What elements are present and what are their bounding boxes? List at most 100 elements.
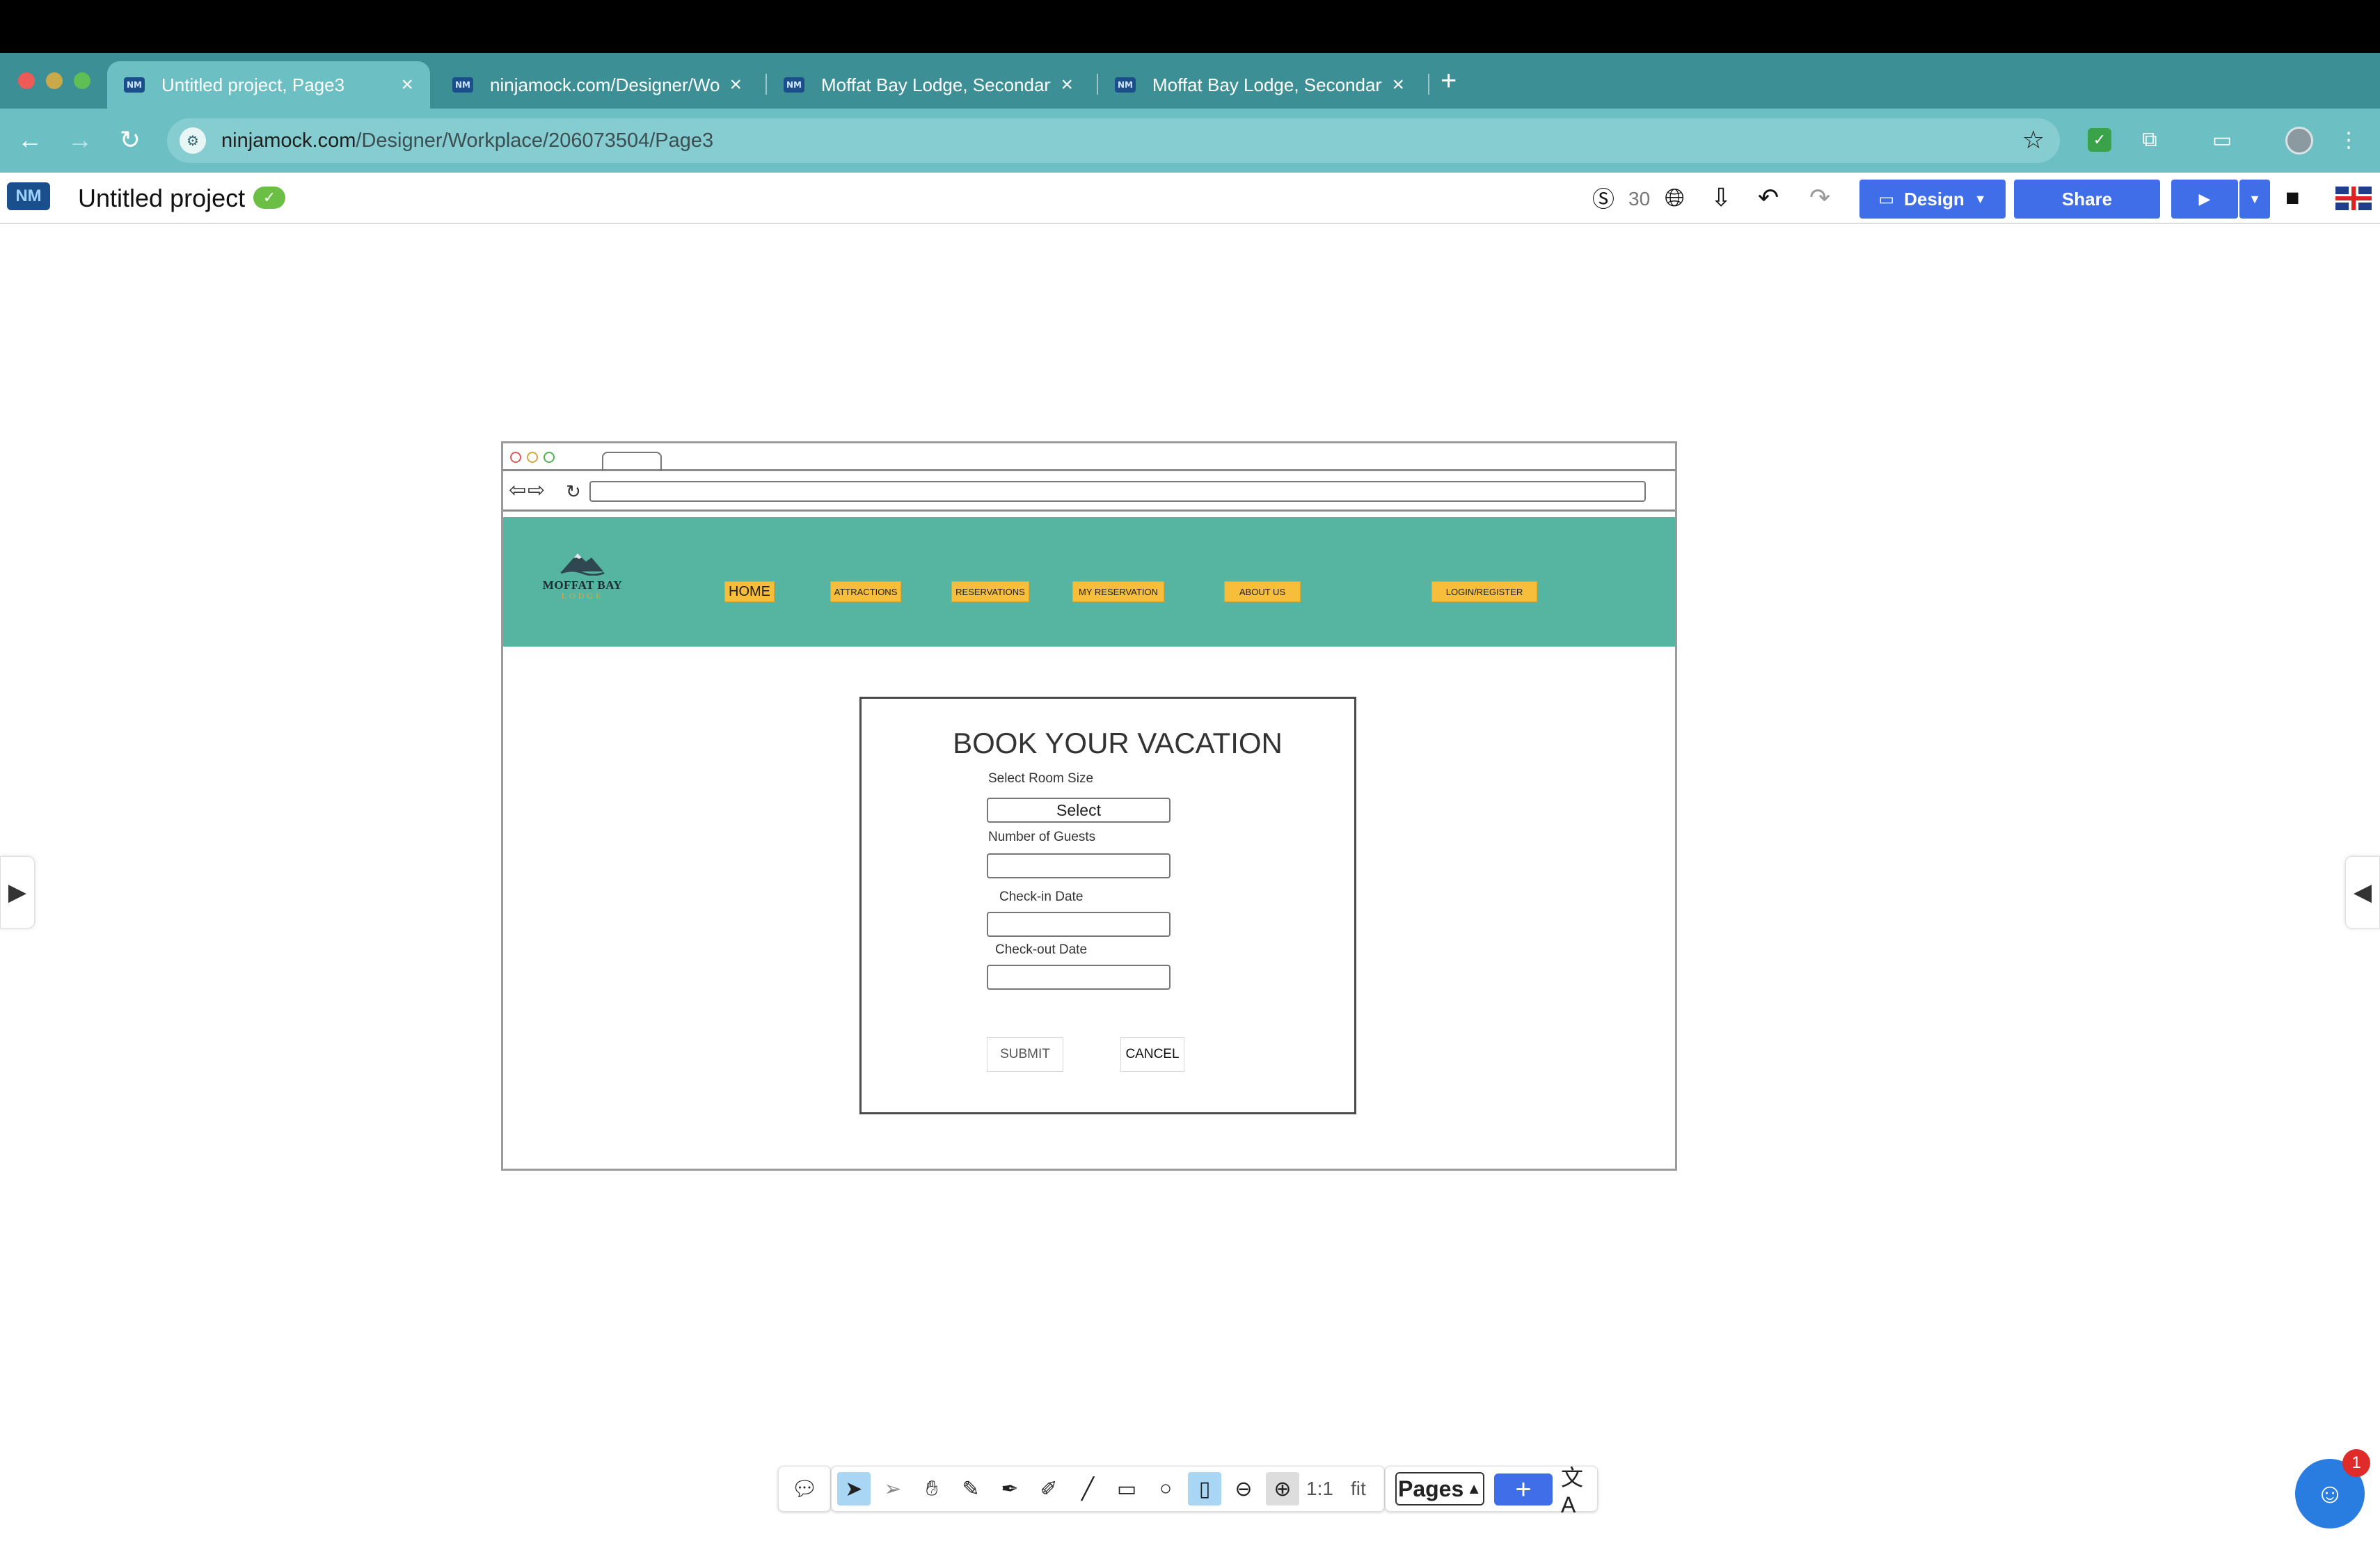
mockup-address-row: ⇦⇨ ↻ xyxy=(503,471,1675,512)
rectangle-icon[interactable]: ▭ xyxy=(1110,1472,1143,1506)
credits-count: 30 xyxy=(1628,188,1651,210)
project-title[interactable]: Untitled project xyxy=(78,184,245,213)
tab-close-icon[interactable]: × xyxy=(1392,74,1404,95)
pencil-icon[interactable]: ✎ xyxy=(954,1472,987,1506)
nav-my-reservation[interactable]: MY RESERVATION xyxy=(1072,581,1164,602)
nav-home[interactable]: HOME xyxy=(724,581,775,602)
site-logo-name: MOFFAT BAY xyxy=(542,578,623,592)
globe-icon[interactable]: 🌐︎ xyxy=(1665,182,1685,213)
share-button[interactable]: Share xyxy=(2014,180,2160,219)
tab-separator xyxy=(1428,74,1429,95)
direct-select-icon[interactable]: ➢ xyxy=(876,1472,910,1506)
add-page-button[interactable]: + xyxy=(1494,1473,1553,1506)
tab-close-icon[interactable]: × xyxy=(401,74,413,95)
url-path: /Designer/Workplace/206073504/Page3 xyxy=(356,129,714,152)
chevron-down-icon: ▼ xyxy=(2248,191,2261,206)
chevron-down-icon: ▼ xyxy=(1974,191,1987,206)
preview-options-dropdown[interactable]: ▼ xyxy=(2239,180,2270,219)
cloud-saved-icon: ✓ xyxy=(253,187,285,209)
back-arrow-icon[interactable]: ← xyxy=(14,124,46,156)
guests-label: Number of Guests xyxy=(988,830,1096,844)
ninjamock-logo[interactable]: NM xyxy=(7,182,50,210)
checkin-input[interactable] xyxy=(987,912,1171,937)
browser-tab[interactable]: NM Moffat Bay Lodge, Secondary × xyxy=(767,61,1090,109)
credits-icon[interactable]: Ⓢ xyxy=(1592,182,1615,213)
undo-icon[interactable]: ↶ xyxy=(1758,182,1779,213)
tab-search-icon[interactable]: ▭ xyxy=(2206,124,2238,156)
left-panel-toggle[interactable]: ▶ xyxy=(0,856,35,928)
new-tab-button[interactable]: + xyxy=(1441,67,1457,95)
browser-menu-icon[interactable]: ⋮ xyxy=(2333,124,2365,156)
extensions-puzzle-icon[interactable]: ⧉ xyxy=(2134,124,2166,156)
line-icon[interactable]: ╱ xyxy=(1071,1472,1104,1506)
mockup-refresh-icon: ↻ xyxy=(566,481,581,502)
site-info-icon[interactable]: ⚙ xyxy=(180,127,206,154)
tab-title: Untitled project, Page3 xyxy=(161,74,345,95)
pages-button[interactable]: Pages ▲ xyxy=(1395,1472,1484,1506)
comments-button[interactable]: 💬︎ xyxy=(778,1466,831,1512)
presentation-icon: ▭ xyxy=(1878,189,1895,209)
bookmark-star-icon[interactable]: ☆ xyxy=(2022,125,2045,155)
window-maximize-button[interactable] xyxy=(74,72,90,89)
site-header: MOFFAT BAY LODGE HOME ATTRACTIONS RESERV… xyxy=(503,517,1675,647)
reload-icon[interactable]: ↻ xyxy=(114,124,146,156)
tab-close-icon[interactable]: × xyxy=(1061,74,1073,95)
hand-pan-icon[interactable]: ✋︎ xyxy=(915,1472,949,1506)
right-panel-toggle[interactable]: ◀ xyxy=(2345,856,2380,928)
moffat-bay-logo: MOFFAT BAY LODGE xyxy=(541,548,624,610)
folder-icon[interactable]: ■ xyxy=(2285,182,2300,213)
submit-button[interactable]: SUBMIT xyxy=(987,1037,1063,1072)
redo-icon[interactable]: ↷ xyxy=(1809,182,1830,213)
browser-tab[interactable]: NM ninjamock.com/Designer/Wor × xyxy=(436,61,759,109)
triangle-up-icon: ▲ xyxy=(1466,1480,1482,1497)
profile-avatar[interactable] xyxy=(2285,127,2313,155)
pages-label: Pages xyxy=(1397,1476,1464,1501)
form-title: BOOK YOUR VACATION xyxy=(953,727,1283,759)
tab-close-icon[interactable]: × xyxy=(729,74,742,95)
room-size-select[interactable]: Select xyxy=(987,798,1171,823)
ninjamock-favicon-icon: NM xyxy=(452,77,473,93)
cancel-button[interactable]: CANCEL xyxy=(1120,1037,1184,1072)
nav-attractions[interactable]: ATTRACTIONS xyxy=(830,581,901,602)
address-bar[interactable]: ⚙ ninjamock.com/Designer/Workplace/20607… xyxy=(167,118,2060,163)
marker-icon[interactable]: ✐ xyxy=(1032,1472,1065,1506)
uk-flag-icon[interactable] xyxy=(2335,187,2372,210)
chevron-right-icon: ▶ xyxy=(8,879,27,906)
url-text[interactable]: ninjamock.com/Designer/Workplace/2060735… xyxy=(221,129,713,152)
browser-tab[interactable]: NM Moffat Bay Lodge, Secondary × xyxy=(1098,61,1421,109)
zoom-fit-button[interactable]: fit xyxy=(1351,1472,1366,1506)
share-label: Share xyxy=(2061,188,2113,210)
mockup-tab xyxy=(602,452,662,471)
booking-form: BOOK YOUR VACATION Select Room Size Sele… xyxy=(859,697,1356,1114)
tab-title: ninjamock.com/Designer/Wor xyxy=(490,74,720,95)
mockup-url-field xyxy=(589,481,1646,502)
ellipse-icon[interactable]: ○ xyxy=(1149,1472,1182,1506)
pen-path-icon[interactable]: ✒ xyxy=(993,1472,1026,1506)
window-close-button[interactable] xyxy=(18,72,35,89)
zoom-in-icon[interactable]: ⊕ xyxy=(1266,1472,1299,1506)
nav-reservations[interactable]: RESERVATIONS xyxy=(951,581,1029,602)
chat-bot-icon: ☺ xyxy=(2315,1478,2345,1509)
cloud-download-icon[interactable]: ⇩ xyxy=(1711,182,1731,213)
device-frame-icon[interactable]: ▯ xyxy=(1188,1472,1221,1506)
checkin-label: Check-in Date xyxy=(999,890,1084,904)
play-preview-button[interactable]: ▶ xyxy=(2171,180,2238,219)
zoom-reset-button[interactable]: 1:1 xyxy=(1306,1472,1333,1506)
translate-icon[interactable]: 文A xyxy=(1561,1465,1594,1517)
zoom-out-icon[interactable]: ⊖ xyxy=(1227,1472,1260,1506)
mountain-logo-icon xyxy=(560,553,605,576)
window-minimize-button[interactable] xyxy=(46,72,63,89)
mockup-browser-frame[interactable]: ⇦⇨ ↻ MOFFAT BAY LODGE HOME ATTRACTIONS R… xyxy=(501,441,1677,1171)
checkout-input[interactable] xyxy=(987,965,1171,990)
extension-check-icon[interactable]: ✓ xyxy=(2088,128,2111,152)
browser-tab-active[interactable]: NM Untitled project, Page3 × xyxy=(107,61,430,109)
nav-login-register[interactable]: LOGIN/REGISTER xyxy=(1431,581,1537,602)
tab-title: Moffat Bay Lodge, Secondary xyxy=(1152,74,1383,95)
select-pointer-icon[interactable]: ➤ xyxy=(837,1472,871,1506)
room-size-label: Select Room Size xyxy=(988,771,1094,786)
design-mode-button[interactable]: ▭ Design ▼ xyxy=(1859,180,2006,219)
forward-arrow-icon[interactable]: → xyxy=(64,124,96,156)
guests-input[interactable] xyxy=(987,853,1171,878)
nav-about-us[interactable]: ABOUT US xyxy=(1224,581,1301,602)
browser-toolbar: ← → ↻ ⚙ ninjamock.com/Designer/Workplace… xyxy=(0,109,2380,173)
